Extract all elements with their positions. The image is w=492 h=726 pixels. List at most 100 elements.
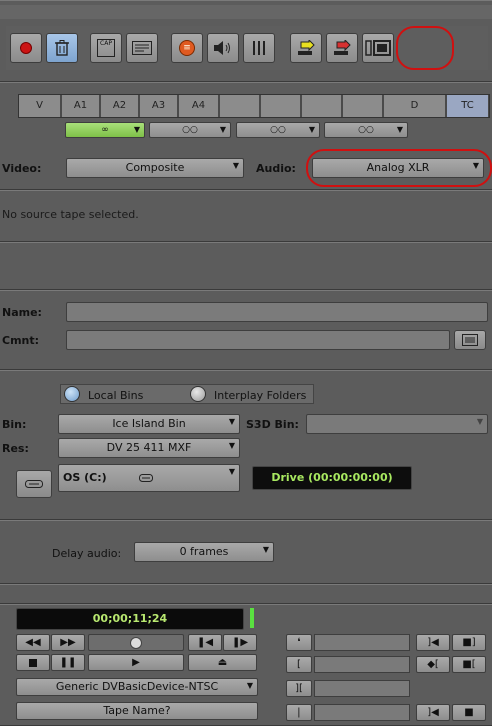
- delay-audio-label: Delay audio:: [52, 547, 122, 560]
- clear-field[interactable]: [314, 704, 410, 721]
- chevron-down-icon: ▼: [228, 417, 235, 426]
- drive-value: OS (C:): [63, 471, 107, 484]
- capture-mode-icon: CAP: [97, 39, 115, 57]
- track-empty-2[interactable]: [261, 95, 301, 117]
- delay-audio-dropdown[interactable]: 0 frames ▼: [134, 542, 274, 562]
- go-to-in-icon: ]◀: [427, 637, 439, 648]
- duration-icon: ][: [295, 683, 303, 694]
- drive-dropdown[interactable]: OS (C:) ▼: [58, 464, 240, 492]
- track-a4[interactable]: A4: [179, 95, 219, 117]
- fast-forward-button[interactable]: ▶▶: [51, 634, 85, 651]
- drive-time-value: Drive (00:00:00:00): [271, 471, 393, 484]
- name-label: Name:: [2, 306, 42, 319]
- go-to-out-button[interactable]: ■]: [452, 634, 486, 651]
- mark-in-field[interactable]: [314, 634, 410, 651]
- pause-button[interactable]: ❚❚: [51, 654, 85, 671]
- track-empty-4[interactable]: [343, 95, 383, 117]
- track-tc[interactable]: TC: [447, 95, 489, 117]
- track-a2[interactable]: A2: [101, 95, 139, 117]
- channel-selector-1[interactable]: ∞ ▼: [65, 122, 145, 138]
- deck-device-value: Generic DVBasicDevice-NTSC: [55, 680, 219, 693]
- bin-label: Bin:: [2, 418, 27, 431]
- video-input-dropdown[interactable]: Composite ▼: [66, 158, 244, 178]
- chevron-down-icon: ▼: [219, 125, 226, 134]
- rewind-icon: ◀◀: [25, 637, 41, 648]
- track-a3[interactable]: A3: [140, 95, 178, 117]
- track-empty-3[interactable]: [302, 95, 342, 117]
- clear-marks-button[interactable]: ❘: [286, 704, 312, 721]
- bin-dropdown[interactable]: Ice Island Bin ▼: [58, 414, 240, 434]
- timecode-value: 00;00;11;24: [92, 612, 168, 625]
- comment-list-button[interactable]: [454, 330, 486, 350]
- capture-mode-button[interactable]: CAP: [90, 33, 122, 63]
- step-back-button[interactable]: ❚◀: [188, 634, 222, 651]
- channel-selector-3[interactable]: ○○ ▼: [236, 122, 320, 138]
- chevron-down-icon: ▼: [396, 125, 403, 134]
- step-in-icon: ]◀: [427, 707, 439, 718]
- duration-button[interactable]: ][: [286, 680, 312, 697]
- mark-out-field[interactable]: [314, 656, 410, 673]
- play-button[interactable]: ▶: [88, 654, 184, 671]
- res-label: Res:: [2, 442, 29, 455]
- drive-small-icon: [139, 474, 153, 482]
- audio-meters-button[interactable]: [243, 33, 275, 63]
- timecode-display: 00;00;11;24: [16, 608, 244, 630]
- eject-icon: ⏏: [217, 657, 228, 668]
- track-v[interactable]: V: [19, 95, 61, 117]
- drive-icon: [25, 480, 43, 488]
- tape-name-dropdown[interactable]: Tape Name?: [16, 702, 258, 720]
- resolution-dropdown[interactable]: DV 25 411 MXF ▼: [58, 438, 240, 458]
- track-a1[interactable]: A1: [62, 95, 100, 117]
- track-label: V: [36, 100, 43, 111]
- capture-to-button[interactable]: [290, 33, 322, 63]
- channel-selector-2[interactable]: ○○ ▼: [149, 122, 231, 138]
- interplay-folders-radio[interactable]: [190, 386, 206, 402]
- track-label: A3: [151, 100, 166, 111]
- step-in-button[interactable]: ]◀: [416, 704, 450, 721]
- local-bins-radio[interactable]: [64, 386, 80, 402]
- chevron-down-icon: ▼: [228, 467, 235, 476]
- drive-toggle-button[interactable]: [16, 470, 52, 498]
- record-icon: [20, 42, 32, 54]
- shuttle-slider[interactable]: [88, 634, 184, 651]
- stop-button[interactable]: [16, 654, 50, 671]
- cap-label: CAP: [100, 40, 112, 47]
- audio-label: Audio:: [256, 162, 296, 175]
- local-bins-label: Local Bins: [88, 389, 144, 402]
- track-empty-1[interactable]: [220, 95, 260, 117]
- rewind-button[interactable]: ◀◀: [16, 634, 50, 651]
- channel-selector-4[interactable]: ○○ ▼: [324, 122, 408, 138]
- mark-out-icon: [: [297, 659, 301, 670]
- stop-icon: [29, 658, 37, 667]
- tape-deck-button[interactable]: [362, 33, 394, 63]
- go-to-in-button[interactable]: ]◀: [416, 634, 450, 651]
- eject-button[interactable]: ⏏: [188, 654, 257, 671]
- log-to-button[interactable]: [326, 33, 358, 63]
- step-forward-button[interactable]: ❚▶: [223, 634, 257, 651]
- log-mode-button[interactable]: [126, 33, 158, 63]
- s3d-bin-dropdown[interactable]: ▼: [306, 414, 488, 434]
- clip-comment-field[interactable]: [66, 330, 450, 350]
- list-icon: [462, 334, 478, 346]
- track-label: A1: [73, 100, 88, 111]
- channel-pair-icon: ∞: [101, 125, 109, 135]
- mark-in-button[interactable]: ❛: [286, 634, 312, 651]
- duration-field[interactable]: [314, 680, 410, 697]
- clear-in-icon: ◆[: [427, 659, 439, 670]
- mark-out-button[interactable]: [: [286, 656, 312, 673]
- clear-out-button[interactable]: ■[: [452, 656, 486, 673]
- track-d[interactable]: D: [384, 95, 446, 117]
- trash-button[interactable]: [46, 33, 78, 63]
- clear-in-button[interactable]: ◆[: [416, 656, 450, 673]
- toggle-source-button[interactable]: ≡: [171, 33, 203, 63]
- log-to-icon: [334, 40, 351, 55]
- record-button[interactable]: [10, 33, 42, 63]
- deck-device-dropdown[interactable]: Generic DVBasicDevice-NTSC ▼: [16, 678, 258, 696]
- step-back-icon: ❚◀: [196, 637, 214, 648]
- video-input-value: Composite: [125, 161, 185, 174]
- step-out-button[interactable]: ■: [452, 704, 486, 721]
- clip-name-field[interactable]: [66, 302, 488, 322]
- audio-button[interactable]: [207, 33, 239, 63]
- s3d-bin-label: S3D Bin:: [246, 418, 299, 431]
- deck-header-panel: [0, 584, 492, 604]
